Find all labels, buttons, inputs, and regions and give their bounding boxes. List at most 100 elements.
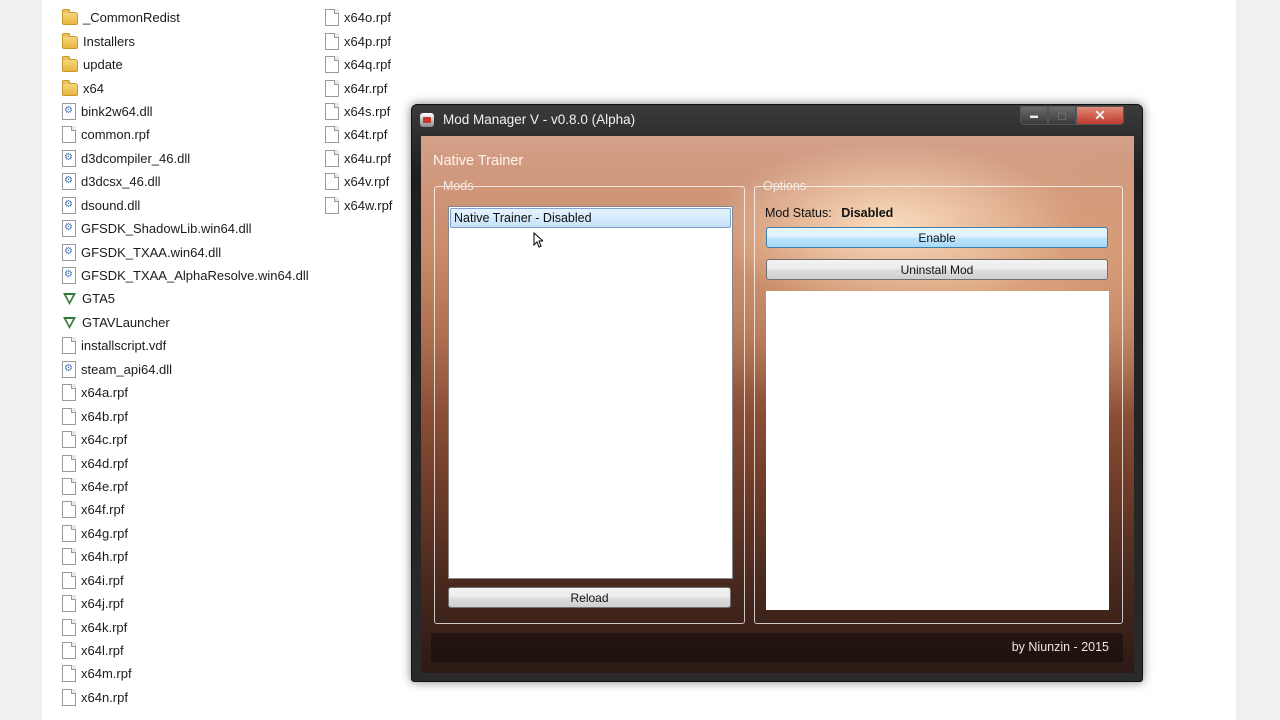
file-item[interactable]: x64c.rpf [62, 428, 309, 451]
file-name: _CommonRedist [83, 10, 180, 26]
file-name: x64t.rpf [344, 127, 388, 143]
file-item[interactable]: x64q.rpf [325, 53, 392, 76]
file-name: GFSDK_ShadowLib.win64.dll [81, 221, 252, 237]
file-item[interactable]: GTAVLauncher [62, 311, 309, 334]
file-icon [325, 79, 339, 97]
file-item[interactable]: x64h.rpf [62, 545, 309, 568]
reload-button[interactable]: Reload [448, 587, 731, 608]
author-credit: by Niunzin - 2015 [1011, 640, 1109, 654]
file-name: GFSDK_TXAA.win64.dll [81, 244, 222, 260]
file-name: x64a.rpf [81, 385, 128, 401]
file-item[interactable]: GFSDK_TXAA_AlphaResolve.win64.dll [62, 264, 309, 287]
file-icon [62, 407, 76, 425]
footer-bar: by Niunzin - 2015 [431, 633, 1123, 662]
enable-button[interactable]: Enable [766, 227, 1108, 248]
file-list-column-2: x64o.rpf x64p.rpf x64q.rpf x64r.rpf x64s.rpf… [325, 6, 392, 217]
file-item[interactable]: d3dcompiler_46.dll [62, 147, 309, 170]
file-name: dsound.dll [81, 197, 141, 213]
file-icon [325, 173, 339, 191]
file-name: x64w.rpf [344, 197, 393, 213]
file-item[interactable]: x64b.rpf [62, 404, 309, 427]
file-icon [325, 149, 339, 167]
file-item[interactable]: GFSDK_ShadowLib.win64.dll [62, 217, 309, 240]
file-icon [325, 32, 339, 50]
file-item[interactable]: x64j.rpf [62, 592, 309, 615]
file-item[interactable]: dsound.dll [62, 194, 309, 217]
file-list-column-1: _CommonRedist Installers update x64 bink2w64… [62, 6, 309, 709]
file-item[interactable]: x64f.rpf [62, 498, 309, 521]
file-item[interactable]: x64v.rpf [325, 170, 392, 193]
uninstall-mod-button[interactable]: Uninstall Mod [766, 259, 1108, 280]
minimize-button[interactable]: ▬ [1020, 106, 1048, 125]
file-item[interactable]: x64n.rpf [62, 686, 309, 709]
right-letterbox [1236, 0, 1280, 720]
file-item[interactable]: Installers [62, 29, 309, 52]
file-item[interactable]: x64k.rpf [62, 615, 309, 638]
left-letterbox [0, 0, 42, 720]
file-name: x64q.rpf [344, 57, 391, 73]
file-name: d3dcompiler_46.dll [81, 150, 191, 166]
folder-icon [62, 79, 78, 96]
file-name: steam_api64.dll [81, 361, 173, 377]
file-item[interactable]: x64l.rpf [62, 639, 309, 662]
file-item[interactable]: d3dcsx_46.dll [62, 170, 309, 193]
file-item[interactable]: x64a.rpf [62, 381, 309, 404]
file-item[interactable]: common.rpf [62, 123, 309, 146]
file-item[interactable]: GFSDK_TXAA.win64.dll [62, 240, 309, 263]
mouse-cursor-icon [533, 232, 543, 248]
file-name: x64p.rpf [344, 33, 391, 49]
file-icon [62, 688, 76, 706]
file-icon [62, 501, 76, 519]
file-icon [62, 337, 76, 355]
title-bar[interactable]: Mod Manager V - v0.8.0 (Alpha) ▬ □ ✕ [412, 105, 1142, 135]
mod-manager-window: Mod Manager V - v0.8.0 (Alpha) ▬ □ ✕ Nat… [411, 104, 1143, 682]
file-item[interactable]: x64i.rpf [62, 569, 309, 592]
file-icon [325, 126, 339, 144]
file-name: x64i.rpf [81, 572, 124, 588]
file-item[interactable]: x64s.rpf [325, 100, 392, 123]
mod-status-row: Mod Status: Disabled [765, 206, 893, 220]
file-item[interactable]: x64m.rpf [62, 662, 309, 685]
maximize-button[interactable]: □ [1048, 106, 1076, 125]
file-item[interactable]: x64g.rpf [62, 522, 309, 545]
file-name: x64u.rpf [344, 150, 391, 166]
file-name: installscript.vdf [81, 338, 167, 354]
file-icon [325, 102, 339, 120]
file-item[interactable]: update [62, 53, 309, 76]
file-item[interactable]: x64r.rpf [325, 76, 392, 99]
file-name: Installers [83, 33, 136, 49]
file-name: x64b.rpf [81, 408, 128, 424]
file-item[interactable]: x64w.rpf [325, 194, 392, 217]
file-item[interactable]: x64u.rpf [325, 147, 392, 170]
dll-icon [62, 360, 76, 378]
folder-icon [62, 32, 78, 49]
folder-icon [62, 9, 78, 26]
file-item[interactable]: bink2w64.dll [62, 100, 309, 123]
file-item[interactable]: x64 [62, 76, 309, 99]
file-name: x64g.rpf [81, 525, 128, 541]
file-item[interactable]: GTA5 [62, 287, 309, 310]
file-icon [62, 665, 76, 683]
file-item[interactable]: x64e.rpf [62, 475, 309, 498]
file-item[interactable]: x64d.rpf [62, 451, 309, 474]
file-item[interactable]: _CommonRedist [62, 6, 309, 29]
desktop: _CommonRedist Installers update x64 bink2w64… [0, 0, 1280, 720]
mods-group-label: Mods [443, 179, 474, 193]
file-item[interactable]: x64o.rpf [325, 6, 392, 29]
file-icon [62, 524, 76, 542]
file-item[interactable]: x64t.rpf [325, 123, 392, 146]
file-icon [62, 642, 76, 660]
window-title: Mod Manager V - v0.8.0 (Alpha) [443, 112, 636, 127]
file-name: GTA5 [82, 291, 115, 307]
close-icon: ✕ [1094, 107, 1106, 123]
file-item[interactable]: x64p.rpf [325, 29, 392, 52]
file-item[interactable]: installscript.vdf [62, 334, 309, 357]
file-item[interactable]: steam_api64.dll [62, 358, 309, 381]
file-name: x64m.rpf [81, 666, 132, 682]
file-icon [325, 56, 339, 74]
file-name: GFSDK_TXAA_AlphaResolve.win64.dll [81, 268, 309, 284]
mod-list-item[interactable]: Native Trainer - Disabled [450, 208, 731, 228]
close-button[interactable]: ✕ [1076, 106, 1124, 125]
mods-listbox[interactable]: Native Trainer - Disabled [448, 206, 733, 579]
file-name: x64d.rpf [81, 455, 128, 471]
